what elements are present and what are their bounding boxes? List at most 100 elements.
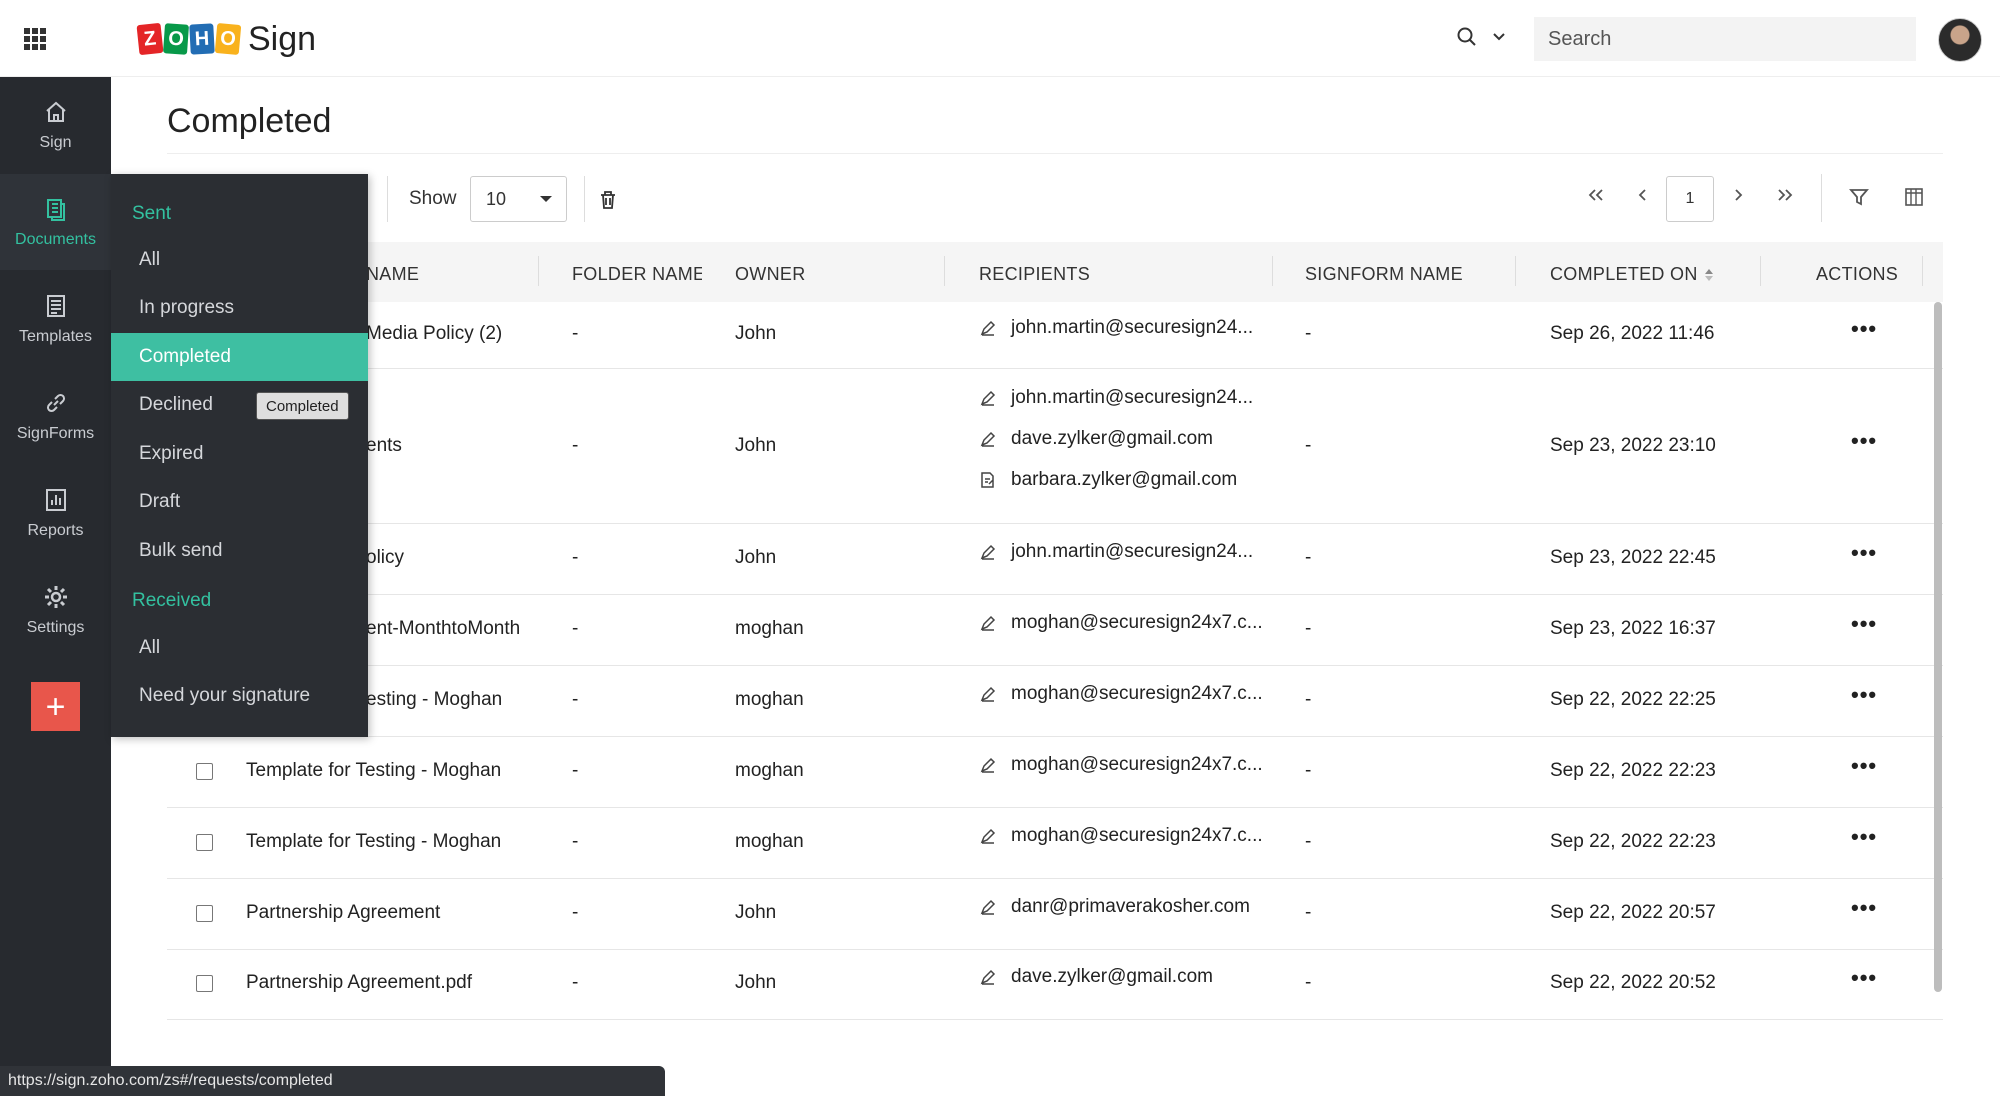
- recipient: john.martin@securesign24...: [979, 531, 1253, 572]
- more-actions-icon[interactable]: •••: [1851, 316, 1877, 342]
- document-name[interactable]: esting - Moghan: [366, 689, 502, 711]
- home-icon: [45, 101, 66, 122]
- more-actions-icon[interactable]: •••: [1851, 895, 1877, 921]
- menu-item-bulk-send[interactable]: Bulk send: [111, 527, 368, 575]
- completed-on: Sep 23, 2022 23:10: [1550, 435, 1716, 456]
- chevron-down-icon: [1493, 33, 1505, 41]
- nav-signforms[interactable]: SignForms: [0, 368, 111, 464]
- search-input[interactable]: [1534, 17, 1916, 61]
- recipient-list: john.martin@securesign24...: [979, 307, 1253, 348]
- table-scrollbar[interactable]: [1934, 302, 1942, 992]
- filter-icon[interactable]: [1848, 186, 1870, 208]
- signform-name: -: [1305, 618, 1312, 639]
- more-actions-icon[interactable]: •••: [1851, 540, 1877, 566]
- owner-name: John: [735, 902, 777, 923]
- menu-item-need-your-signature[interactable]: Need your signature: [111, 672, 368, 720]
- row-checkbox[interactable]: [196, 763, 213, 780]
- column-header-signform[interactable]: SIGNFORM NAME: [1305, 264, 1463, 285]
- top-bar: Z O H O Sign: [0, 0, 2000, 77]
- completed-on: Sep 23, 2022 22:45: [1550, 547, 1716, 568]
- last-page-button[interactable]: [1770, 183, 1800, 209]
- nav-reports[interactable]: Reports: [0, 465, 111, 561]
- page-size-value: 10: [486, 188, 507, 209]
- menu-item-sent-all[interactable]: All: [111, 236, 368, 284]
- recipient: john.martin@securesign24...: [979, 377, 1253, 418]
- nav-documents[interactable]: Documents: [0, 174, 111, 270]
- more-actions-icon[interactable]: •••: [1851, 753, 1877, 779]
- column-header-name[interactable]: NAME: [366, 264, 419, 285]
- page-size-select[interactable]: 10: [470, 176, 567, 222]
- owner-name: moghan: [735, 618, 804, 639]
- recipient: dave.zylker@gmail.com: [979, 418, 1253, 459]
- signform-name: -: [1305, 547, 1312, 568]
- row-checkbox[interactable]: [196, 905, 213, 922]
- add-document-button[interactable]: +: [31, 682, 80, 731]
- signer-pen-icon: [980, 431, 996, 447]
- recipient: john.martin@securesign24...: [979, 307, 1253, 348]
- first-page-button[interactable]: [1581, 183, 1611, 209]
- menu-item-expired[interactable]: Expired: [111, 430, 368, 478]
- signer-pen-icon: [980, 615, 996, 631]
- recipient: danr@primaverakosher.com: [979, 886, 1250, 927]
- document-name[interactable]: ents: [366, 435, 402, 457]
- signform-name: -: [1305, 972, 1312, 993]
- signer-pen-icon: [980, 390, 996, 406]
- nav-templates[interactable]: Templates: [0, 271, 111, 367]
- signform-name: -: [1305, 435, 1312, 456]
- column-header-recipients[interactable]: RECIPIENTS: [979, 264, 1090, 285]
- owner-name: John: [735, 547, 777, 568]
- toolbar-divider: [1821, 174, 1822, 222]
- document-name[interactable]: Media Policy (2): [366, 323, 502, 345]
- more-actions-icon[interactable]: •••: [1851, 682, 1877, 708]
- document-name[interactable]: olicy: [366, 547, 404, 569]
- row-checkbox[interactable]: [196, 834, 213, 851]
- nav-settings[interactable]: Settings: [0, 562, 111, 658]
- nav-sign[interactable]: Sign: [0, 77, 111, 173]
- menu-item-in-progress[interactable]: In progress: [111, 284, 368, 332]
- folder-name: -: [572, 760, 579, 781]
- menu-item-received-all[interactable]: All: [111, 624, 368, 672]
- document-name[interactable]: Template for Testing - Moghan: [246, 760, 501, 782]
- document-name[interactable]: Partnership Agreement.pdf: [246, 972, 472, 994]
- owner-name: moghan: [735, 760, 804, 781]
- column-divider: [1515, 256, 1516, 286]
- app-launcher-icon[interactable]: [24, 28, 46, 50]
- document-name[interactable]: ent-MonthtoMonth: [366, 618, 520, 640]
- menu-item-draft[interactable]: Draft: [111, 478, 368, 526]
- more-actions-icon[interactable]: •••: [1851, 428, 1877, 454]
- owner-name: moghan: [735, 831, 804, 852]
- column-header-completed-on[interactable]: COMPLETED ON: [1550, 264, 1714, 285]
- menu-heading-received: Received: [132, 590, 212, 611]
- signer-pen-icon: [980, 828, 996, 844]
- column-header-owner[interactable]: OWNER: [735, 264, 806, 285]
- column-settings-icon[interactable]: [1903, 186, 1925, 208]
- documents-menu: Sent All In progress Completed Declined …: [111, 174, 368, 737]
- column-divider: [944, 256, 945, 286]
- owner-name: John: [735, 435, 777, 456]
- more-actions-icon[interactable]: •••: [1851, 611, 1877, 637]
- signer-pen-icon: [980, 544, 996, 560]
- completed-on: Sep 22, 2022 22:23: [1550, 831, 1716, 852]
- avatar[interactable]: [1938, 18, 1982, 62]
- more-actions-icon[interactable]: •••: [1851, 824, 1877, 850]
- signer-pen-icon: [980, 757, 996, 773]
- signer-pen-icon: [980, 899, 996, 915]
- column-header-actions: ACTIONS: [1816, 264, 1899, 284]
- trash-icon[interactable]: [599, 190, 617, 210]
- document-name[interactable]: Partnership Agreement: [246, 902, 440, 924]
- next-page-button[interactable]: [1723, 183, 1753, 209]
- zoho-sign-logo[interactable]: Z O H O Sign: [136, 20, 316, 58]
- sort-icon: [1704, 269, 1713, 282]
- more-actions-icon[interactable]: •••: [1851, 965, 1877, 991]
- viewer-document-icon: [981, 471, 994, 488]
- search-scope-toggle[interactable]: [1456, 26, 1506, 48]
- gear-icon: [44, 586, 67, 608]
- completed-on: Sep 22, 2022 20:57: [1550, 902, 1716, 923]
- status-bar-url: https://sign.zoho.com/zs#/requests/compl…: [0, 1066, 665, 1096]
- column-header-folder[interactable]: FOLDER NAME: [572, 264, 702, 285]
- page-number-input[interactable]: 1: [1666, 176, 1714, 222]
- row-checkbox[interactable]: [196, 975, 213, 992]
- previous-page-button[interactable]: [1628, 183, 1658, 209]
- document-name[interactable]: Template for Testing - Moghan: [246, 831, 501, 853]
- menu-item-completed[interactable]: Completed: [111, 333, 368, 381]
